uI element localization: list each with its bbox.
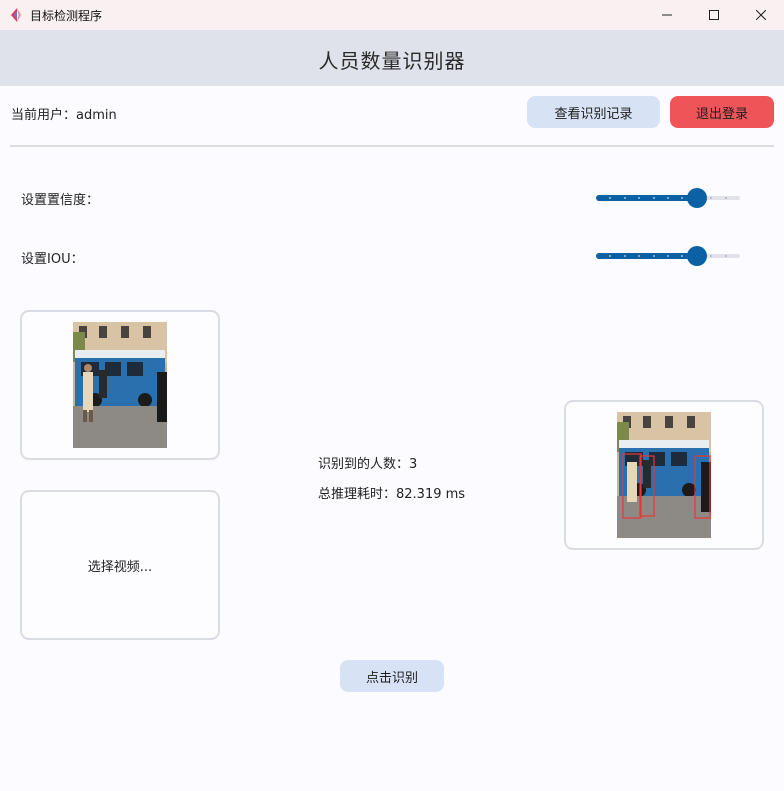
divider (10, 145, 774, 147)
close-icon (756, 10, 766, 20)
inference-time-label: 总推理耗时：82.319 ms (318, 487, 466, 502)
slider-tick (667, 197, 669, 199)
app-header: 人员数量识别器 (0, 30, 784, 86)
confidence-slider[interactable] (596, 187, 740, 209)
app-logo-icon (8, 7, 24, 23)
confidence-label: 设置置信度： (21, 193, 100, 208)
input-image (73, 322, 167, 448)
close-button[interactable] (738, 0, 784, 30)
maximize-icon (709, 10, 719, 20)
slider-tick (724, 255, 727, 257)
slider-tick (623, 197, 626, 199)
window-title: 目标检测程序 (30, 9, 103, 23)
slider-tick (724, 197, 727, 199)
iou-slider[interactable] (596, 245, 740, 267)
window-titlebar: 目标检测程序 (0, 0, 784, 30)
iou-label: 设置IOU： (21, 252, 84, 267)
view-records-button[interactable]: 查看识别记录 (527, 96, 660, 128)
logout-button[interactable]: 退出登录 (670, 96, 774, 128)
slider-tick (623, 255, 626, 257)
minimize-icon (662, 10, 672, 20)
select-video-card[interactable]: 选择视频... (20, 490, 220, 640)
slider-thumb[interactable] (686, 246, 707, 266)
slider-tick (667, 255, 669, 257)
input-image-card[interactable] (20, 310, 220, 460)
page-title: 人员数量识别器 (318, 49, 466, 73)
current-user-label: 当前用户：admin (11, 108, 117, 123)
maximize-button[interactable] (691, 0, 737, 30)
minimize-button[interactable] (644, 0, 690, 30)
output-image (617, 412, 711, 538)
person-count-label: 识别到的人数：3 (318, 457, 418, 472)
select-video-label: 选择视频... (87, 559, 153, 575)
slider-tick (652, 255, 655, 257)
slider-tick (652, 197, 655, 199)
slider-thumb[interactable] (686, 188, 707, 208)
output-image-card (564, 400, 764, 550)
detect-button[interactable]: 点击识别 (340, 660, 444, 692)
